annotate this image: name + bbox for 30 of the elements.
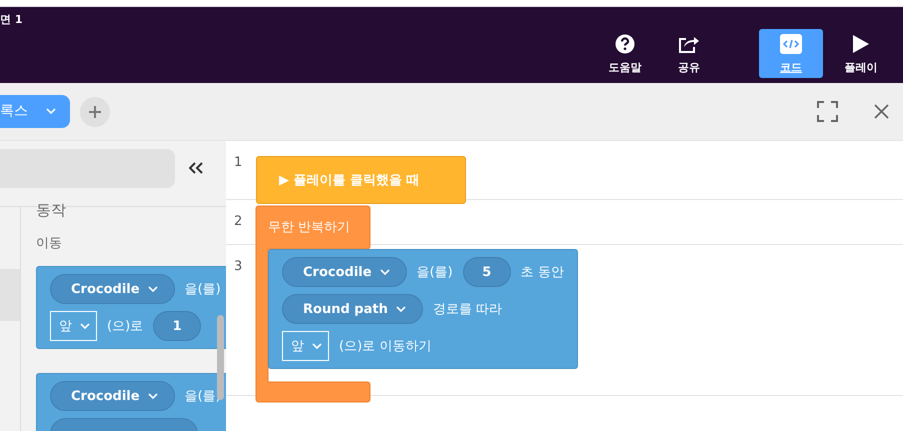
subcategory-heading: 이동: [36, 235, 63, 252]
block-text: 무한 반복하기: [268, 220, 350, 235]
number-input[interactable]: 5: [462, 257, 511, 287]
block-text: 을(를): [184, 281, 221, 298]
block-text: (으)로 이동하기: [339, 338, 432, 355]
number-input[interactable]: 1: [153, 311, 202, 341]
direction-dropdown[interactable]: 앞: [282, 331, 329, 361]
sprite-dropdown[interactable]: Crocodile: [50, 274, 175, 304]
sprite-dropdown[interactable]: Crocodile: [282, 257, 407, 287]
block-text: 초 동안: [520, 264, 564, 281]
category-heading: 동작: [36, 201, 67, 220]
block-text: 경로를 따라: [432, 301, 502, 318]
share-button[interactable]: 공유: [657, 29, 721, 78]
sprite-dropdown[interactable]: Crocodile: [50, 381, 175, 411]
line-number: 2: [234, 214, 242, 229]
scene-title: 면 1: [0, 12, 22, 28]
code-button[interactable]: 코드: [759, 29, 823, 78]
help-button[interactable]: 도움말: [593, 29, 657, 78]
motion-block[interactable]: Crocodile 을(를) 앞 (으)로 1: [36, 266, 226, 349]
play-button[interactable]: 플레이: [829, 29, 893, 78]
line-number: 3: [234, 259, 242, 274]
line-number: 1: [234, 155, 242, 170]
direction-dropdown[interactable]: 앞: [50, 311, 97, 341]
sprite-tab[interactable]: 록스: [0, 94, 70, 128]
block-text: 을(를): [416, 264, 453, 281]
motion-block[interactable]: Crocodile 을(를) 5 초 동안 Round path 경로를 따라 앞 (으)로 이동하기: [268, 249, 578, 369]
block-text: (으)로: [107, 318, 144, 335]
sprite-dropdown[interactable]: Round path: [282, 294, 423, 324]
block-text: ▶ 플레이를 클릭했을 때: [279, 172, 420, 189]
event-block[interactable]: ▶ 플레이를 클릭했을 때: [256, 156, 466, 204]
